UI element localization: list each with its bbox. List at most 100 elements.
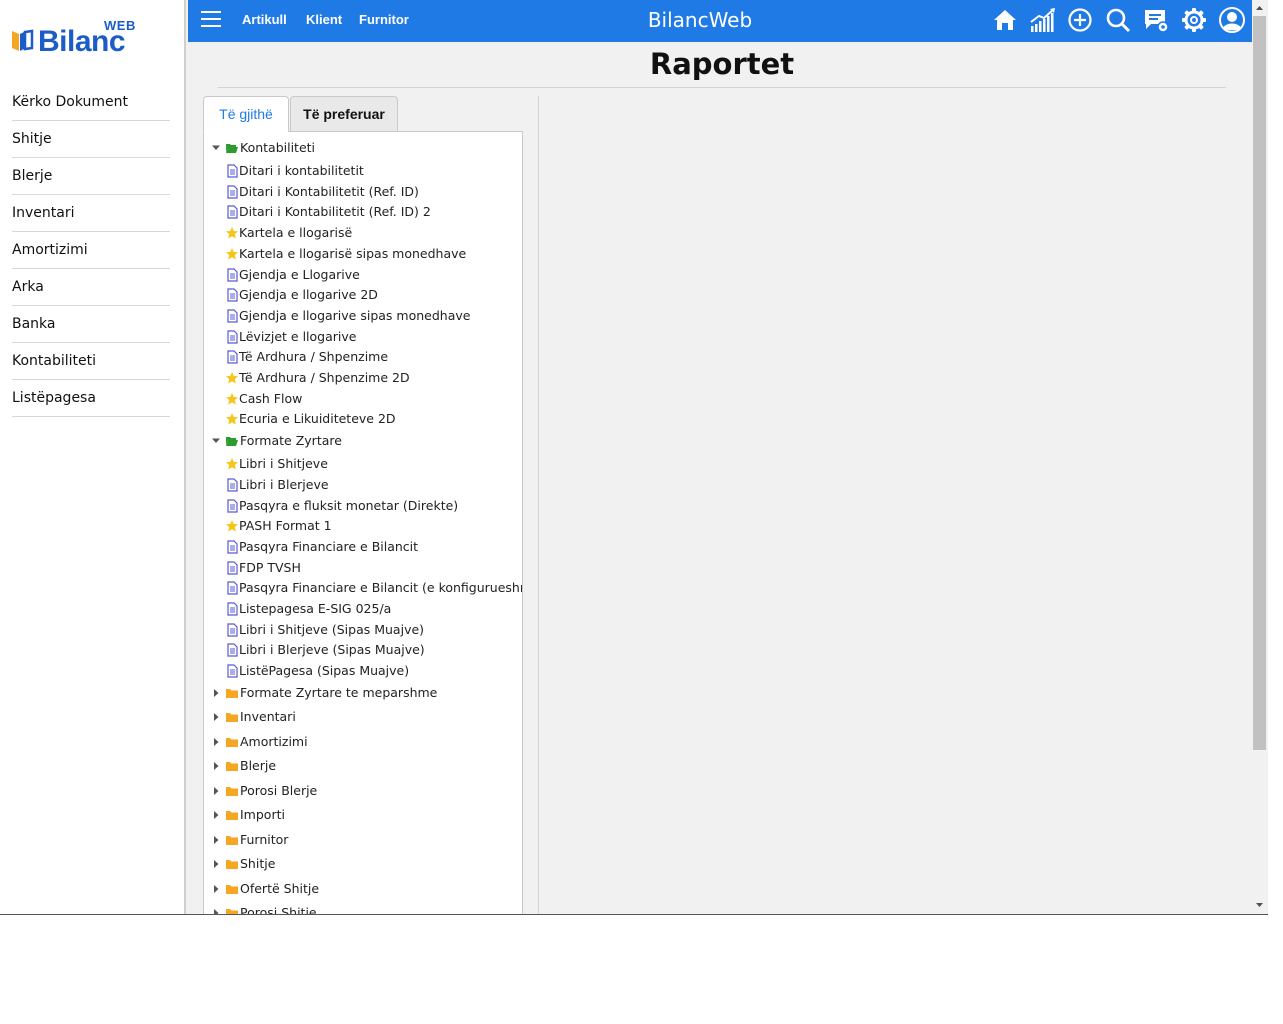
tree-group[interactable]: Blerje [204, 756, 522, 776]
title-divider [218, 87, 1226, 88]
tree-item-label: Gjendja e llogarive 2D [239, 287, 378, 303]
sidebar-item-banka[interactable]: Banka [12, 306, 170, 343]
sidebar-item-list-pagesa[interactable]: Listëpagesa [12, 380, 170, 417]
tree-group[interactable]: Formate Zyrtare te meparshme [204, 683, 522, 703]
tree-item[interactable]: Ditari i Kontabilitetit (Ref. ID) 2 [204, 202, 522, 222]
tree-item[interactable]: Të Ardhura / Shpenzime 2D [204, 368, 522, 388]
tree-item-label: Libri i Blerjeve [239, 476, 329, 492]
caret-right-icon[interactable] [211, 688, 221, 698]
tree-item[interactable]: Gjendja e llogarive sipas monedhave [204, 306, 522, 326]
scrollbar-thumb[interactable] [1253, 16, 1266, 750]
caret-right-icon[interactable] [211, 810, 221, 820]
tree-item-label: Pasqyra Financiare e Bilancit (e konfigu… [239, 580, 523, 596]
tree-item[interactable]: Gjendja e Llogarive [204, 265, 522, 285]
tree-item[interactable]: Ditari i kontabilitetit [204, 161, 522, 181]
caret-right-icon[interactable] [211, 761, 221, 771]
report-document-icon [227, 205, 238, 219]
folder-open-icon [226, 144, 238, 153]
caret-right-icon[interactable] [211, 712, 221, 722]
tree-item[interactable]: Kartela e llogarisë sipas monedhave [204, 244, 522, 264]
tab-favorites[interactable]: Të preferuar [290, 96, 398, 132]
tree-item[interactable]: Ditari i Kontabilitetit (Ref. ID) [204, 182, 522, 202]
window-bottom-border [0, 914, 1268, 915]
caret-right-icon[interactable] [211, 737, 221, 747]
tree-item-label: Kartela e llogarisë sipas monedhave [239, 245, 467, 261]
search-icon[interactable] [1104, 6, 1132, 34]
notes-settings-icon[interactable] [1142, 6, 1170, 34]
caret-right-icon[interactable] [211, 859, 221, 869]
report-document-icon [227, 329, 238, 344]
settings-icon[interactable] [1180, 6, 1208, 34]
scroll-down-icon[interactable] [1253, 899, 1266, 911]
sidebar-item-blerje[interactable]: Blerje [12, 158, 170, 195]
home-icon[interactable] [991, 6, 1019, 34]
report-tree: Kontabiliteti Ditari i kontabilitetit Dita… [203, 131, 523, 914]
favorite-star-icon [226, 520, 238, 532]
logo-brand-text: Bilanc [38, 25, 126, 58]
tree-group[interactable]: Shitje [204, 854, 522, 874]
favorite-star-icon [226, 458, 238, 470]
tree-item[interactable]: Pasqyra e fluksit monetar (Direkte) [204, 496, 522, 516]
tree-item[interactable]: Libri i Blerjeve (Sipas Muajve) [204, 640, 522, 660]
tab-all[interactable]: Të gjithë [203, 96, 289, 132]
tree-item-label: Ditari i Kontabilitetit (Ref. ID) [239, 183, 419, 199]
tree-item[interactable]: Gjendja e llogarive 2D [204, 285, 522, 305]
tree-item[interactable]: Libri i Blerjeve [204, 475, 522, 495]
sidebar-item-shitje[interactable]: Shitje [12, 121, 170, 158]
tree-group-label: Kontabiliteti [240, 140, 316, 155]
chart-icon[interactable] [1029, 6, 1057, 34]
tree-group[interactable]: Inventari [204, 707, 522, 727]
tree-group-label: Ofertë Shitje [240, 880, 320, 896]
sidebar-item-amortizimi[interactable]: Amortizimi [12, 232, 170, 269]
tree-item-label: ListëPagesa (Sipas Muajve) [239, 663, 410, 679]
tree-item[interactable]: Pasqyra Financiare e Bilancit [204, 537, 522, 557]
caret-right-icon[interactable] [211, 884, 221, 894]
tree-group[interactable]: Importi [204, 805, 522, 825]
tree-item[interactable]: Të Ardhura / Shpenzime [204, 347, 522, 367]
tree-group-label: Formate Zyrtare te meparshme [240, 684, 438, 700]
report-document-icon [227, 602, 238, 616]
tree-group[interactable]: Formate Zyrtare [204, 431, 522, 451]
report-document-icon [227, 164, 238, 178]
favorite-star-icon [226, 413, 238, 425]
tree-group[interactable]: Furnitor [204, 830, 522, 850]
sidebar: WEB Bilanc Kërko Dokument Shitje Blerje Inv… [0, 0, 186, 914]
tree-item-label: PASH Format 1 [239, 518, 332, 534]
caret-down-icon[interactable] [211, 436, 221, 446]
tree-item[interactable]: PASH Format 1 [204, 516, 522, 536]
caret-right-icon[interactable] [211, 786, 221, 796]
folder-icon [226, 786, 238, 796]
tree-group[interactable]: Porosi Shitje [204, 903, 522, 914]
tree-group[interactable]: Porosi Blerje [204, 781, 522, 801]
sidebar-item-kontabiliteti[interactable]: Kontabiliteti [12, 343, 170, 380]
tree-item[interactable]: ListëPagesa (Sipas Muajve) [204, 661, 522, 681]
tree-group-label: Shitje [240, 856, 276, 872]
tree-item[interactable]: Kartela e llogarisë [204, 223, 522, 243]
scroll-up-icon[interactable] [1253, 2, 1266, 14]
bilanc-logo[interactable]: WEB Bilanc [10, 18, 140, 58]
tree-item[interactable]: Ecuria e Likuiditeteve 2D [204, 409, 522, 429]
tree-item[interactable]: Libri i Shitjeve [204, 454, 522, 474]
caret-right-icon[interactable] [211, 835, 221, 845]
sidebar-item-inventari[interactable]: Inventari [12, 195, 170, 232]
folder-icon [226, 909, 238, 914]
tree-item[interactable]: Cash Flow [204, 389, 522, 409]
sidebar-item-k-rko-dokument[interactable]: Kërko Dokument [12, 84, 170, 121]
tree-item-label: Libri i Blerjeve (Sipas Muajve) [239, 642, 425, 658]
sidebar-item-arka[interactable]: Arka [12, 269, 170, 306]
tree-item[interactable]: Pasqyra Financiare e Bilancit (e konfigu… [204, 578, 522, 598]
report-document-icon [227, 540, 238, 554]
tree-item-label: Ditari i Kontabilitetit (Ref. ID) 2 [239, 204, 431, 220]
tree-group[interactable]: Kontabiliteti [204, 138, 522, 158]
tree-group[interactable]: Ofertë Shitje [204, 879, 522, 899]
tree-item-label: Të Ardhura / Shpenzime 2D [239, 370, 410, 385]
tree-item[interactable]: Listepagesa E-SIG 025/a [204, 599, 522, 619]
folder-icon [226, 688, 238, 698]
add-icon[interactable] [1066, 6, 1094, 34]
tree-item[interactable]: Libri i Shitjeve (Sipas Muajve) [204, 620, 522, 640]
tree-item[interactable]: FDP TVSH [204, 558, 522, 578]
caret-down-icon[interactable] [211, 143, 221, 153]
tree-group[interactable]: Amortizimi [204, 732, 522, 752]
tree-item[interactable]: Lëvizjet e llogarive [204, 327, 522, 347]
user-icon[interactable] [1218, 6, 1246, 34]
